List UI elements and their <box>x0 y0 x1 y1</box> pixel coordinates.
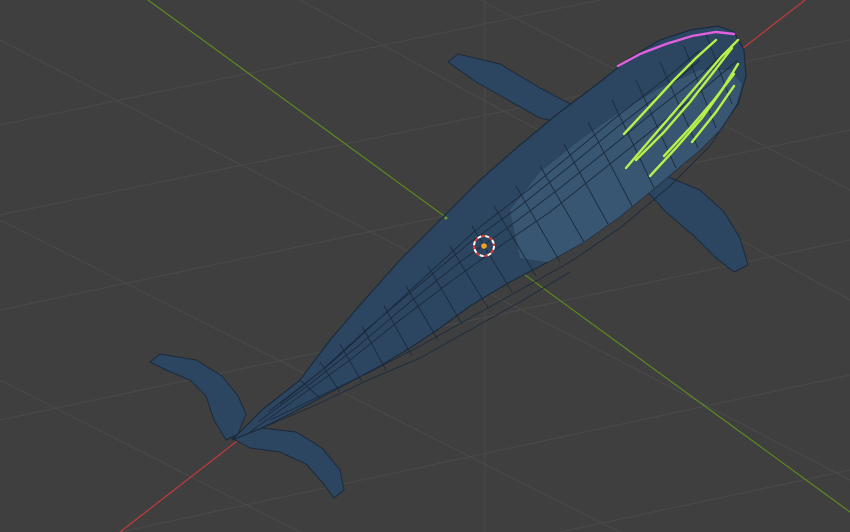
axis-marker-dot <box>444 216 448 220</box>
tail-fluke-upper[interactable] <box>149 353 247 441</box>
viewport-canvas[interactable] <box>0 0 850 532</box>
3d-viewport[interactable] <box>0 0 850 532</box>
whale-mesh[interactable] <box>149 25 749 499</box>
right-flipper[interactable] <box>641 171 749 273</box>
object-origin-icon <box>481 243 487 249</box>
tail-fluke-lower[interactable] <box>230 427 345 499</box>
